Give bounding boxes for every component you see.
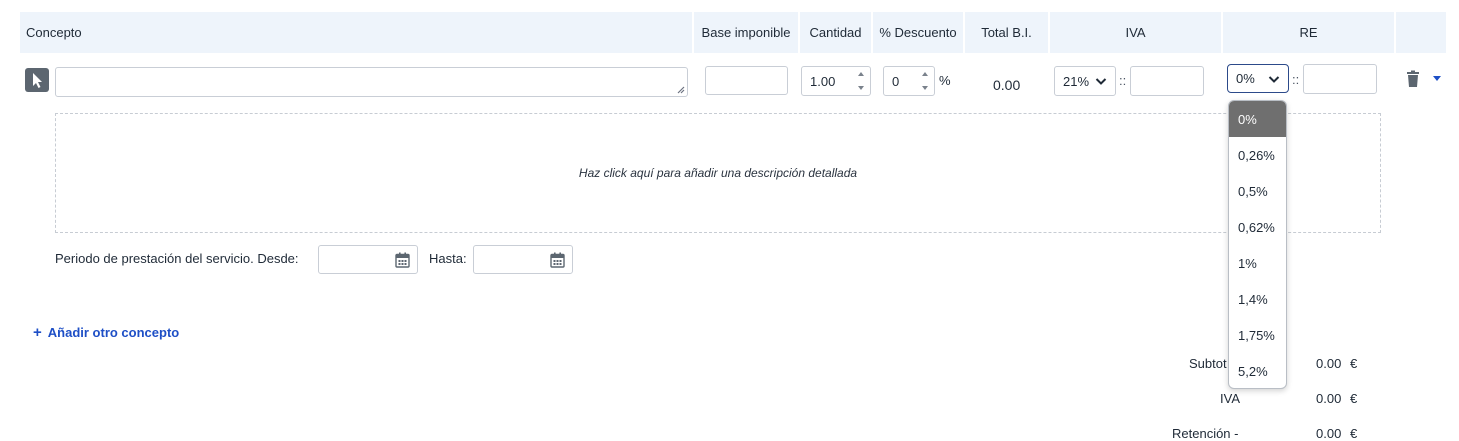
re-option[interactable]: 0,62% [1229, 209, 1286, 245]
header-cantidad-label: Cantidad [809, 25, 862, 40]
add-concept-link[interactable]: + Añadir otro concepto [33, 324, 179, 341]
iva-total-value: 0.00 [1316, 391, 1342, 406]
select-cursor-button[interactable] [25, 68, 49, 92]
subtotal-value: 0.00 [1316, 356, 1342, 371]
re-option-label: 0,62% [1238, 219, 1275, 235]
re-option[interactable]: 1,4% [1229, 281, 1286, 317]
calendar-icon[interactable] [550, 252, 565, 268]
re-amount-input[interactable] [1303, 64, 1377, 94]
re-option-label: 0% [1238, 111, 1257, 127]
caret-down-icon[interactable] [1432, 75, 1442, 83]
trash-icon[interactable] [1406, 70, 1420, 88]
period-hasta-label: Hasta: [429, 251, 467, 266]
re-select[interactable]: 0% [1227, 64, 1289, 93]
iva-separator: :: [1119, 73, 1127, 88]
base-imponible-input[interactable] [705, 66, 788, 95]
chevron-down-icon [1268, 76, 1280, 83]
discount-unit: % [939, 73, 951, 88]
re-option[interactable]: 0,5% [1229, 173, 1286, 209]
quantity-spin-arrows[interactable] [857, 70, 866, 92]
re-separator: :: [1292, 72, 1300, 87]
iva-select[interactable]: 21% [1054, 66, 1116, 96]
concept-textarea[interactable] [55, 67, 688, 97]
subtotal-currency: € [1350, 356, 1358, 371]
discount-spin-arrows[interactable] [921, 70, 930, 92]
header-iva: IVA [1050, 12, 1221, 53]
header-actions [1396, 12, 1446, 53]
re-option-label: 5,2% [1238, 363, 1268, 379]
re-option-label: 1,75% [1238, 327, 1275, 343]
chevron-down-icon [1095, 78, 1107, 85]
period-desde-label: Periodo de prestación del servicio. Desd… [55, 251, 299, 266]
re-option-label: 0,5% [1238, 183, 1268, 199]
re-option[interactable]: 5,2% [1229, 353, 1286, 388]
subtotal-label: Subtot [1189, 356, 1227, 371]
retencion-currency: € [1350, 426, 1358, 441]
header-concepto-label: Concepto [26, 25, 82, 40]
retencion-value: 0.00 [1316, 426, 1342, 441]
header-descuento: % Descuento [873, 12, 963, 53]
quantity-value: 1.00 [810, 73, 836, 89]
re-option-label: 1% [1238, 255, 1257, 271]
total-bi-value: 0.00 [993, 77, 1021, 93]
period-hasta-date-input[interactable] [473, 245, 573, 274]
description-hint: Haz click aquí para añadir una descripci… [578, 166, 858, 180]
re-option-label: 0,26% [1238, 147, 1275, 163]
header-cantidad: Cantidad [800, 12, 871, 53]
cursor-icon [33, 73, 42, 88]
re-option[interactable]: 0% [1229, 101, 1286, 137]
header-concepto: Concepto [20, 12, 692, 53]
header-descuento-label: % Descuento [879, 25, 957, 40]
plus-icon: + [33, 324, 42, 341]
header-base-imponible: Base imponible [694, 12, 798, 53]
header-re-label: RE [1299, 25, 1318, 40]
header-iva-label: IVA [1125, 25, 1146, 40]
header-base-label: Base imponible [701, 25, 791, 40]
iva-total-currency: € [1350, 391, 1358, 406]
re-option[interactable]: 0,26% [1229, 137, 1286, 173]
discount-stepper[interactable]: 0 [883, 66, 935, 96]
re-selected-value: 0% [1236, 71, 1255, 86]
header-total-bi-label: Total B.I. [981, 25, 1032, 40]
re-dropdown-list: 0% 0,26% 0,5% 0,62% 1% 1,4% 1,75% 5,2% [1228, 100, 1287, 389]
iva-total-label: IVA [1220, 391, 1240, 406]
resize-handle-icon [677, 86, 685, 94]
add-concept-label: Añadir otro concepto [47, 325, 180, 340]
re-option[interactable]: 1,75% [1229, 317, 1286, 353]
period-desde-date-input[interactable] [318, 245, 418, 274]
header-re: RE [1223, 12, 1394, 53]
quantity-stepper[interactable]: 1.00 [801, 66, 871, 96]
re-option[interactable]: 1% [1229, 245, 1286, 281]
detailed-description-area[interactable]: Haz click aquí para añadir una descripci… [55, 113, 1381, 233]
calendar-icon[interactable] [395, 252, 410, 268]
iva-selected-value: 21% [1063, 73, 1090, 89]
header-total-bi: Total B.I. [965, 12, 1048, 53]
iva-amount-input[interactable] [1130, 66, 1204, 96]
re-option-label: 1,4% [1238, 291, 1268, 307]
retencion-label: Retención - [1172, 426, 1239, 441]
discount-value: 0 [892, 73, 900, 89]
